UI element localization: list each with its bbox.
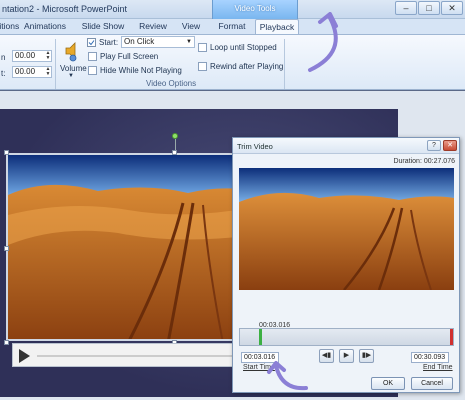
previous-frame-button[interactable]: ◀▮ (319, 349, 334, 363)
resize-handle[interactable] (4, 150, 9, 155)
volume-icon[interactable] (63, 40, 83, 62)
volume-label[interactable]: Volume (60, 64, 87, 73)
ribbon-tabs: Transitions Animations Slide Show Review… (0, 19, 465, 34)
slide-video-frame[interactable] (6, 153, 252, 341)
dialog-title-bar: Trim Video ? ✕ (233, 138, 459, 154)
tab-format[interactable]: Format (214, 19, 250, 34)
start-select-value: On Click (124, 37, 155, 46)
rewind-after-playing-checkbox[interactable] (198, 62, 207, 71)
ok-button[interactable]: OK (371, 377, 405, 390)
help-button[interactable]: ? (427, 140, 441, 151)
loop-until-stopped-checkbox[interactable] (198, 43, 207, 52)
desert-preview-image (239, 168, 454, 290)
fade-out-value: 00.00 (15, 67, 36, 76)
start-trim-marker[interactable] (259, 329, 262, 345)
next-frame-button[interactable]: ▮▶ (359, 349, 374, 363)
ribbon-separator (284, 39, 285, 89)
window-controls: – □ ✕ (394, 1, 463, 15)
duration-readout: Duration: 00:27.076 (393, 158, 455, 165)
fade-out-input[interactable]: 00.00 ▲ ▼ (12, 66, 52, 78)
hide-while-not-playing-label[interactable]: Hide While Not Playing (100, 66, 182, 75)
ribbon-separator (55, 39, 56, 89)
end-trim-marker[interactable] (450, 329, 453, 345)
play-progress-track[interactable] (37, 355, 247, 357)
window-title: ntation2 - Microsoft PowerPoint (2, 4, 128, 14)
dialog-title: Trim Video (237, 142, 273, 151)
loop-until-stopped-label[interactable]: Loop until Stopped (210, 43, 277, 52)
video-tools-context-label: Video Tools (212, 0, 298, 19)
tab-animations[interactable]: Animations (22, 19, 68, 34)
rewind-after-playing-label[interactable]: Rewind after Playing (210, 62, 283, 71)
fade-in-value: 00.00 (15, 51, 36, 60)
play-icon[interactable] (19, 349, 30, 363)
end-time-value: 00:30.093 (414, 354, 446, 361)
start-time-input[interactable]: 00:03.016 (241, 352, 279, 363)
fade-in-input[interactable]: 00.00 ▲ ▼ (12, 50, 52, 62)
start-time-label: Start Time (243, 364, 275, 371)
tab-slide-show[interactable]: Slide Show (80, 19, 126, 34)
chevron-down-icon[interactable]: ▼ (68, 73, 74, 79)
resize-handle[interactable] (172, 150, 177, 155)
start-time-value: 00:03.016 (244, 354, 276, 361)
ribbon: n 00.00 ▲ ▼ t: 00.00 ▲ ▼ Volume ▼ Start: O… (0, 34, 465, 90)
chevron-down-icon[interactable]: ▼ (186, 37, 192, 47)
close-button[interactable]: ✕ (441, 1, 463, 15)
play-button[interactable]: ▶ (339, 349, 354, 363)
end-time-label: End Time (423, 364, 453, 371)
play-full-screen-label[interactable]: Play Full Screen (100, 52, 158, 61)
trim-timeline[interactable] (239, 328, 454, 346)
spin-arrows-icon[interactable]: ▲ ▼ (45, 51, 51, 61)
tab-review[interactable]: Review (136, 19, 170, 34)
tab-transitions[interactable]: Transitions (0, 19, 19, 34)
trim-preview (239, 168, 454, 290)
video-play-bar (12, 343, 256, 367)
rotation-handle[interactable] (172, 133, 178, 139)
minimize-button[interactable]: – (395, 1, 417, 15)
video-options-group-label: Video Options (146, 79, 197, 88)
maximize-button[interactable]: □ (418, 1, 440, 15)
tab-view[interactable]: View (178, 19, 204, 34)
resize-handle[interactable] (4, 340, 9, 345)
hide-while-not-playing-checkbox[interactable] (88, 66, 97, 75)
duration-value: 00:27.076 (423, 158, 455, 165)
fade-in-label: n (1, 53, 6, 62)
duration-label: Duration: (393, 158, 422, 165)
start-label: Start: (99, 38, 119, 47)
fade-out-label: t: (1, 69, 6, 78)
desert-video-still (8, 155, 250, 339)
spin-arrows-icon[interactable]: ▲ ▼ (45, 67, 51, 77)
title-bar: ntation2 - Microsoft PowerPoint Video To… (0, 0, 465, 19)
start-select[interactable]: On Click ▼ (121, 36, 195, 48)
play-full-screen-checkbox[interactable] (88, 52, 97, 61)
dialog-close-button[interactable]: ✕ (443, 140, 457, 151)
resize-handle[interactable] (4, 246, 9, 251)
start-icon (87, 38, 96, 47)
trim-video-dialog: Trim Video ? ✕ Duration: 00:27.076 00:03… (232, 137, 460, 393)
cancel-button[interactable]: Cancel (411, 377, 453, 390)
tab-playback[interactable]: Playback (255, 19, 299, 34)
end-time-input[interactable]: 00:30.093 (411, 352, 449, 363)
